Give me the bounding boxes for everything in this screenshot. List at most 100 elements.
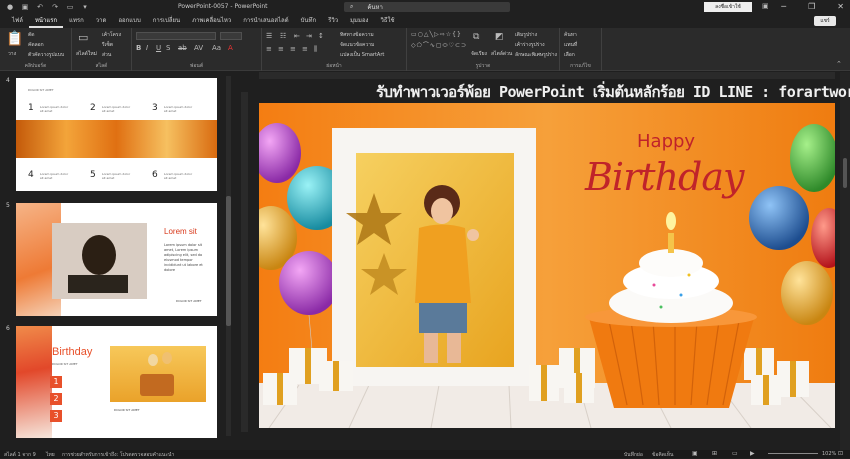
align-center-icon[interactable]: ≡ [278,45,284,53]
format-painter-button[interactable]: ตัวคัดวางรูปแบบ [28,51,64,59]
birthday-text[interactable]: Birthday [585,155,744,199]
tab-draw[interactable]: วาด [90,14,113,28]
tab-slideshow[interactable]: การนำเสนอสไลด์ [237,14,294,28]
align-left-icon[interactable]: ≡ [266,45,272,53]
copy-button[interactable]: คัดลอก [28,41,44,49]
slideshow-view-icon[interactable]: ▶ [750,450,755,457]
convert-smartart-button[interactable]: แปลงเป็น SmartArt [340,51,384,59]
new-slide-icon[interactable]: ▭ [78,31,88,44]
thumb4-item-text: Lorem ipsum dolor sit amet [164,172,193,180]
paste-icon[interactable]: 📋 [6,31,23,47]
shapes-gallery-row2-icon[interactable]: ◇⬠⌒∿▢⬭♡⊂⊃ [411,40,467,50]
search-box[interactable]: ⌕ ค้นหา [344,2,510,12]
quick-styles-button[interactable]: สไตล์ด่วน [491,50,512,58]
thumb4-item-num: 3 [152,103,158,113]
font-color-icon[interactable]: A [228,44,233,52]
find-button[interactable]: ค้นหา [564,31,577,39]
tab-home[interactable]: หน้าแรก [28,14,64,28]
increase-indent-icon[interactable]: ⇥ [306,32,312,40]
happy-text[interactable]: Happy [637,131,695,152]
slide-thumbnail-5[interactable]: Lorem sit Lorem ipsum dolor sit amet, Lo… [16,203,217,316]
zoom-level[interactable]: 102% [822,451,836,457]
thumb5-gifts [68,275,128,293]
slide-thumbnail-6[interactable]: Birthday DOLOR SIT AMET 1 2 3 DOLOR SIT … [16,326,217,438]
section-button[interactable]: ส่วน [102,51,111,59]
save-icon[interactable]: ▣ [21,3,29,11]
customize-qat-icon[interactable]: ▾ [81,3,89,11]
shape-outline-button[interactable]: เค้าร่างรูปร่าง [515,41,545,49]
tab-record[interactable]: บันทึก [295,14,323,28]
undo-icon[interactable]: ↶ [36,3,44,11]
tab-insert[interactable]: แทรก [63,14,90,28]
shape-effects-button[interactable]: ลักษณะพิเศษรูปร่าง [515,51,557,59]
minimize-button[interactable]: ─ [781,2,786,11]
replace-button[interactable]: แทนที่ [564,41,577,49]
new-slide-button[interactable]: สไลด์ใหม่ [76,50,97,58]
thumb5-footer: DOLOR SIT AMET [176,299,202,303]
thumbnail-scrollbar[interactable] [226,76,231,436]
close-button[interactable]: ✕ [837,2,844,11]
paste-label[interactable]: วาง [8,50,16,58]
restore-button[interactable]: ❐ [808,2,815,11]
zoom-slider[interactable] [768,453,818,454]
italic-icon[interactable]: I [146,44,148,52]
change-case-icon[interactable]: Aa [212,44,221,52]
normal-view-icon[interactable]: ▣ [692,450,698,457]
slide-sorter-icon[interactable]: ⊞ [712,450,717,457]
slide-artwork [259,103,835,428]
tab-review[interactable]: รีวิว [322,14,344,28]
line-spacing-icon[interactable]: ↕ [318,32,324,40]
columns-icon[interactable]: ⫼ [314,45,317,54]
sign-in-button[interactable]: ลงชื่อเข้าใช้ [704,2,752,12]
align-right-icon[interactable]: ≡ [290,45,296,53]
bullets-icon[interactable]: ☰ [266,32,272,40]
decrease-indent-icon[interactable]: ⇤ [294,32,300,40]
text-direction-button[interactable]: ทิศทางข้อความ [340,31,374,39]
underline-icon[interactable]: U [156,44,161,52]
shapes-gallery-icon[interactable]: ▭○△╲▷⇨☆{} [411,31,462,38]
justify-icon[interactable]: ≡ [302,45,308,53]
editing-group-label: การแก้ไข [570,63,591,69]
editing-group: ค้นหา แทนที่ เลือก การแก้ไข [560,28,602,71]
shadow-icon[interactable]: S [166,44,170,52]
collapse-ribbon-icon[interactable]: ⌃ [836,60,842,68]
editor-scroll-thumb[interactable] [843,158,847,188]
share-button[interactable]: แชร์ [814,16,836,26]
cut-button[interactable]: ตัด [28,31,35,39]
strikethrough-icon[interactable]: ab [178,44,187,52]
clipboard-group: 📋 วาง ตัด คัดลอก ตัวคัดวางรูปแบบ คลิปบอร… [0,28,72,71]
tab-file[interactable]: ไฟล์ [6,14,29,28]
tab-design[interactable]: ออกแบบ [112,14,146,28]
numbering-icon[interactable]: ☷ [280,32,286,40]
spacing-icon[interactable]: AV [194,44,203,52]
align-text-button[interactable]: จัดแนวข้อความ [340,41,374,49]
reading-view-icon[interactable]: ▭ [732,450,738,457]
clipboard-group-label: คลิปบอร์ด [24,63,47,69]
font-family-select[interactable] [136,32,216,40]
tab-help[interactable]: วิธีใช้ [374,14,400,28]
tab-animations[interactable]: ภาพเคลื่อนไหว [186,14,237,28]
quick-styles-icon[interactable]: ◩ [495,32,504,42]
redo-icon[interactable]: ↷ [51,3,59,11]
bold-icon[interactable]: B [136,44,141,52]
editor-scrollbar[interactable] [840,72,850,450]
fit-slide-icon[interactable]: ⊡ [838,450,843,457]
arrange-button[interactable]: จัดเรียง [471,50,487,58]
slide-thumbnail-pane: 4 DOLOR SIT AMET 1 Lorem ipsum dolor sit… [0,72,232,450]
present-icon[interactable]: ▭ [66,3,74,11]
slide-thumbnail-4[interactable]: DOLOR SIT AMET 1 Lorem ipsum dolor sit a… [16,78,217,191]
arrange-icon[interactable]: ⧉ [473,32,479,42]
ribbon-display-icon[interactable]: ▣ [762,2,769,10]
font-size-select[interactable] [220,32,242,40]
tab-transitions[interactable]: การเปลี่ยน [147,14,186,28]
shape-fill-button[interactable]: เติมรูปร่าง [515,31,537,39]
select-button[interactable]: เลือก [564,51,575,59]
vertical-ruler [241,92,248,432]
thumb6-item-2: 2 [50,393,62,405]
main-slide-canvas[interactable]: Happy Birthday [259,103,835,428]
layout-button[interactable]: เค้าโครง [102,31,121,39]
reset-button[interactable]: รีเซ็ต [102,41,113,49]
thumbnail-scroll-thumb[interactable] [226,196,231,326]
autosave-icon[interactable]: ● [6,3,14,11]
tab-view[interactable]: มุมมอง [344,14,374,28]
